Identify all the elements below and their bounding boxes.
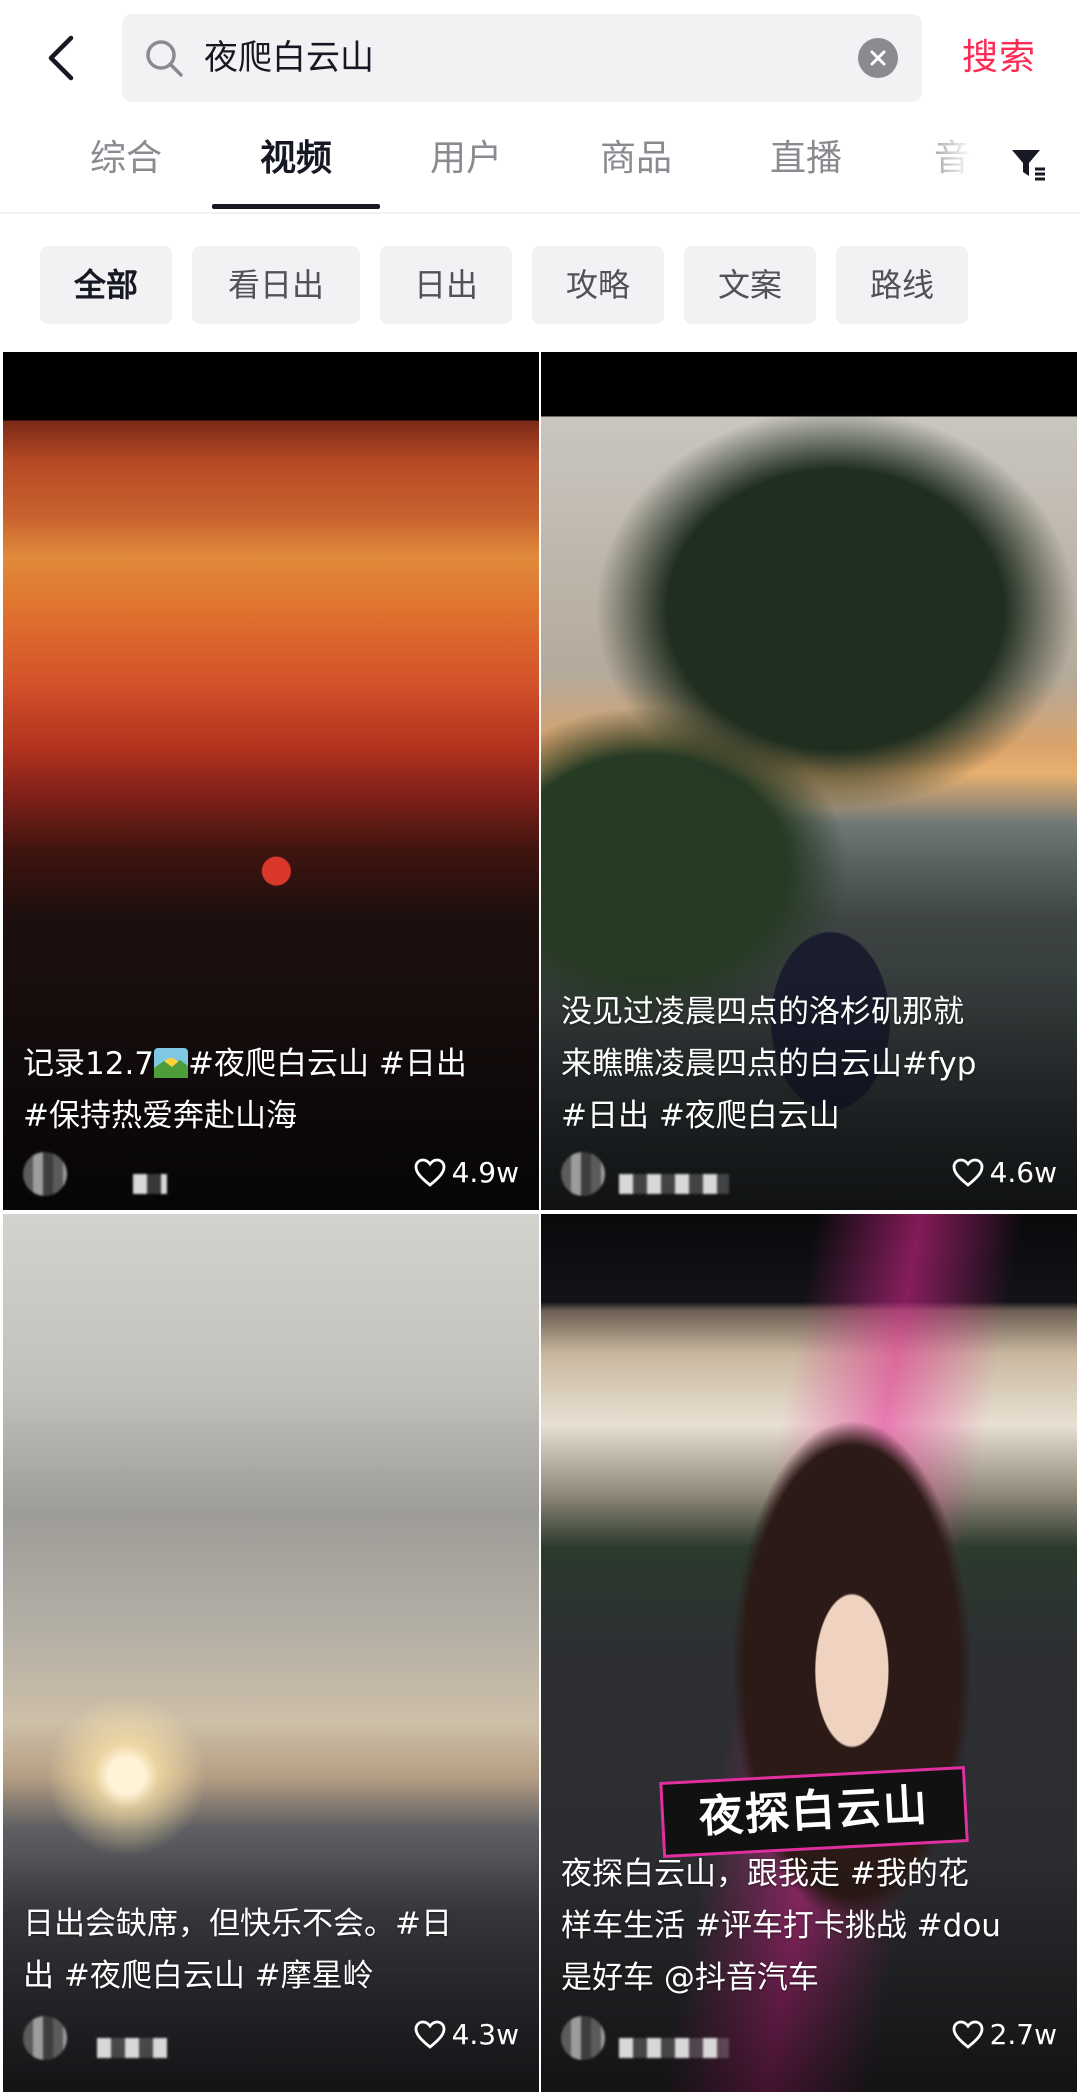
like-count: 4.6w [952, 1156, 1057, 1189]
search-submit-button[interactable]: 搜索 [962, 30, 1036, 86]
filter-chips: 全部 看日出 日出 攻略 文案 路线 [0, 246, 1080, 326]
active-tab-indicator [212, 204, 380, 209]
tab-video[interactable]: 视频 [248, 132, 344, 186]
avatar[interactable] [561, 1152, 605, 1196]
video-caption: 夜探白云山，跟我走 #我的花 样车生活 #评车打卡挑战 #dou 是好车 @抖音… [561, 1856, 1001, 1996]
result-tabs: 综合 视频 用户 商品 直播 音 [0, 118, 1080, 214]
video-card[interactable]: 日出会缺席，但快乐不会。#日 出 #夜爬白云山 #摩星岭 4.3w [3, 1214, 539, 2092]
heart-icon [414, 2020, 445, 2049]
chip-sunrise[interactable]: 日出 [380, 246, 512, 324]
author-name-blurred [133, 1174, 167, 1194]
search-header: 搜索 [0, 0, 1080, 118]
author-name-blurred [97, 2038, 167, 2058]
like-count: 4.3w [414, 2018, 519, 2051]
video-overlay-title: 夜探白云山 [659, 1766, 969, 1858]
tab-users[interactable]: 用户 [418, 132, 514, 186]
filter-icon[interactable] [1008, 144, 1048, 184]
avatar[interactable] [23, 2016, 67, 2060]
video-caption: 日出会缺席，但快乐不会。#日 出 #夜爬白云山 #摩星岭 [23, 1906, 452, 1994]
sunrise-emoji-icon [154, 1048, 189, 1078]
avatar[interactable] [23, 1152, 67, 1196]
search-icon [146, 40, 183, 77]
search-input[interactable] [204, 14, 824, 102]
chip-copywriting[interactable]: 文案 [684, 246, 816, 324]
heart-icon [952, 1158, 983, 1187]
chip-route[interactable]: 路线 [836, 246, 968, 324]
video-caption: 没见过凌晨四点的洛杉矶那就 来瞧瞧凌晨四点的白云山#fyp #日出 #夜爬白云山 [561, 994, 977, 1134]
like-count: 4.9w [414, 1156, 519, 1189]
tab-products[interactable]: 商品 [588, 132, 684, 186]
back-arrow-icon [48, 35, 74, 81]
tab-fade [920, 118, 990, 208]
heart-icon [952, 2020, 983, 2049]
chip-all[interactable]: 全部 [40, 246, 172, 324]
search-bar[interactable] [122, 14, 922, 102]
video-card[interactable]: 记录12.7 #夜爬白云山 #日出 #保持热爱奔赴山海 4.9w [3, 352, 539, 1210]
chip-guide[interactable]: 攻略 [532, 246, 664, 324]
chip-watch-sunrise[interactable]: 看日出 [192, 246, 360, 324]
close-icon [870, 50, 886, 66]
heart-icon [414, 1158, 445, 1187]
tab-comprehensive[interactable]: 综合 [78, 132, 174, 186]
clear-search-button[interactable] [858, 38, 898, 78]
video-caption: 记录12.7 #夜爬白云山 #日出 #保持热爱奔赴山海 [23, 1046, 467, 1134]
like-count: 2.7w [952, 2018, 1057, 2051]
video-card[interactable]: 没见过凌晨四点的洛杉矶那就 来瞧瞧凌晨四点的白云山#fyp #日出 #夜爬白云山… [541, 352, 1077, 1210]
author-name-blurred [619, 2038, 729, 2058]
back-button[interactable] [36, 28, 84, 88]
tab-live[interactable]: 直播 [758, 132, 854, 186]
author-name-blurred [619, 1174, 729, 1194]
avatar[interactable] [561, 2016, 605, 2060]
video-card[interactable]: 夜探白云山 夜探白云山，跟我走 #我的花 样车生活 #评车打卡挑战 #dou 是… [541, 1214, 1077, 2092]
